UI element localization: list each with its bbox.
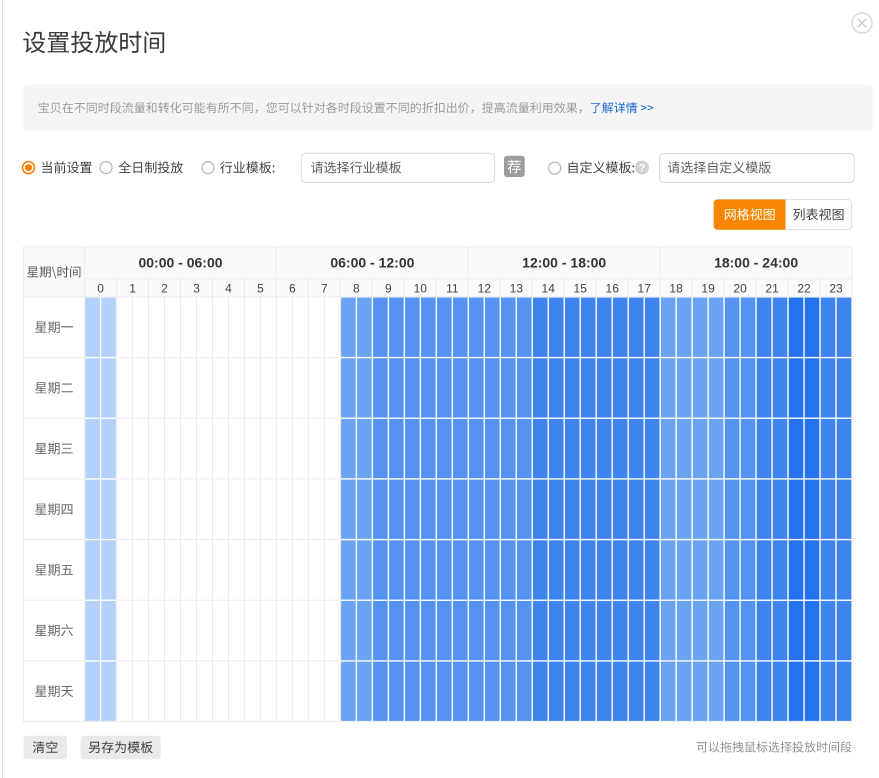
svg-text:16: 16 [606,281,620,295]
svg-text:12:00 - 18:00: 12:00 - 18:00 [522,255,606,271]
svg-text:2: 2 [161,281,168,295]
svg-text:9: 9 [385,281,392,295]
svg-text:5: 5 [257,281,264,295]
svg-text:15: 15 [574,281,588,295]
svg-text:13: 13 [510,281,524,295]
svg-text:22: 22 [797,281,811,295]
svg-text:6: 6 [289,281,296,295]
svg-text:7: 7 [321,281,328,295]
svg-text:10: 10 [414,281,428,295]
svg-text:18: 18 [669,281,683,295]
svg-text:?: ? [639,163,646,175]
svg-text:06:00 - 12:00: 06:00 - 12:00 [330,255,414,271]
svg-text:14: 14 [542,281,556,295]
svg-text:18:00 - 24:00: 18:00 - 24:00 [714,255,798,271]
svg-text:4: 4 [225,281,232,295]
svg-text:17: 17 [638,281,652,295]
svg-text:8: 8 [353,281,360,295]
svg-text:00:00 - 06:00: 00:00 - 06:00 [138,255,222,271]
svg-text:19: 19 [701,281,715,295]
svg-text:21: 21 [765,281,779,295]
svg-text:0: 0 [97,281,104,295]
svg-text:3: 3 [193,281,200,295]
svg-text:11: 11 [446,281,459,295]
svg-text:1: 1 [129,281,136,295]
svg-text:23: 23 [829,281,843,295]
svg-text:20: 20 [733,281,747,295]
svg-text:12: 12 [478,281,492,295]
